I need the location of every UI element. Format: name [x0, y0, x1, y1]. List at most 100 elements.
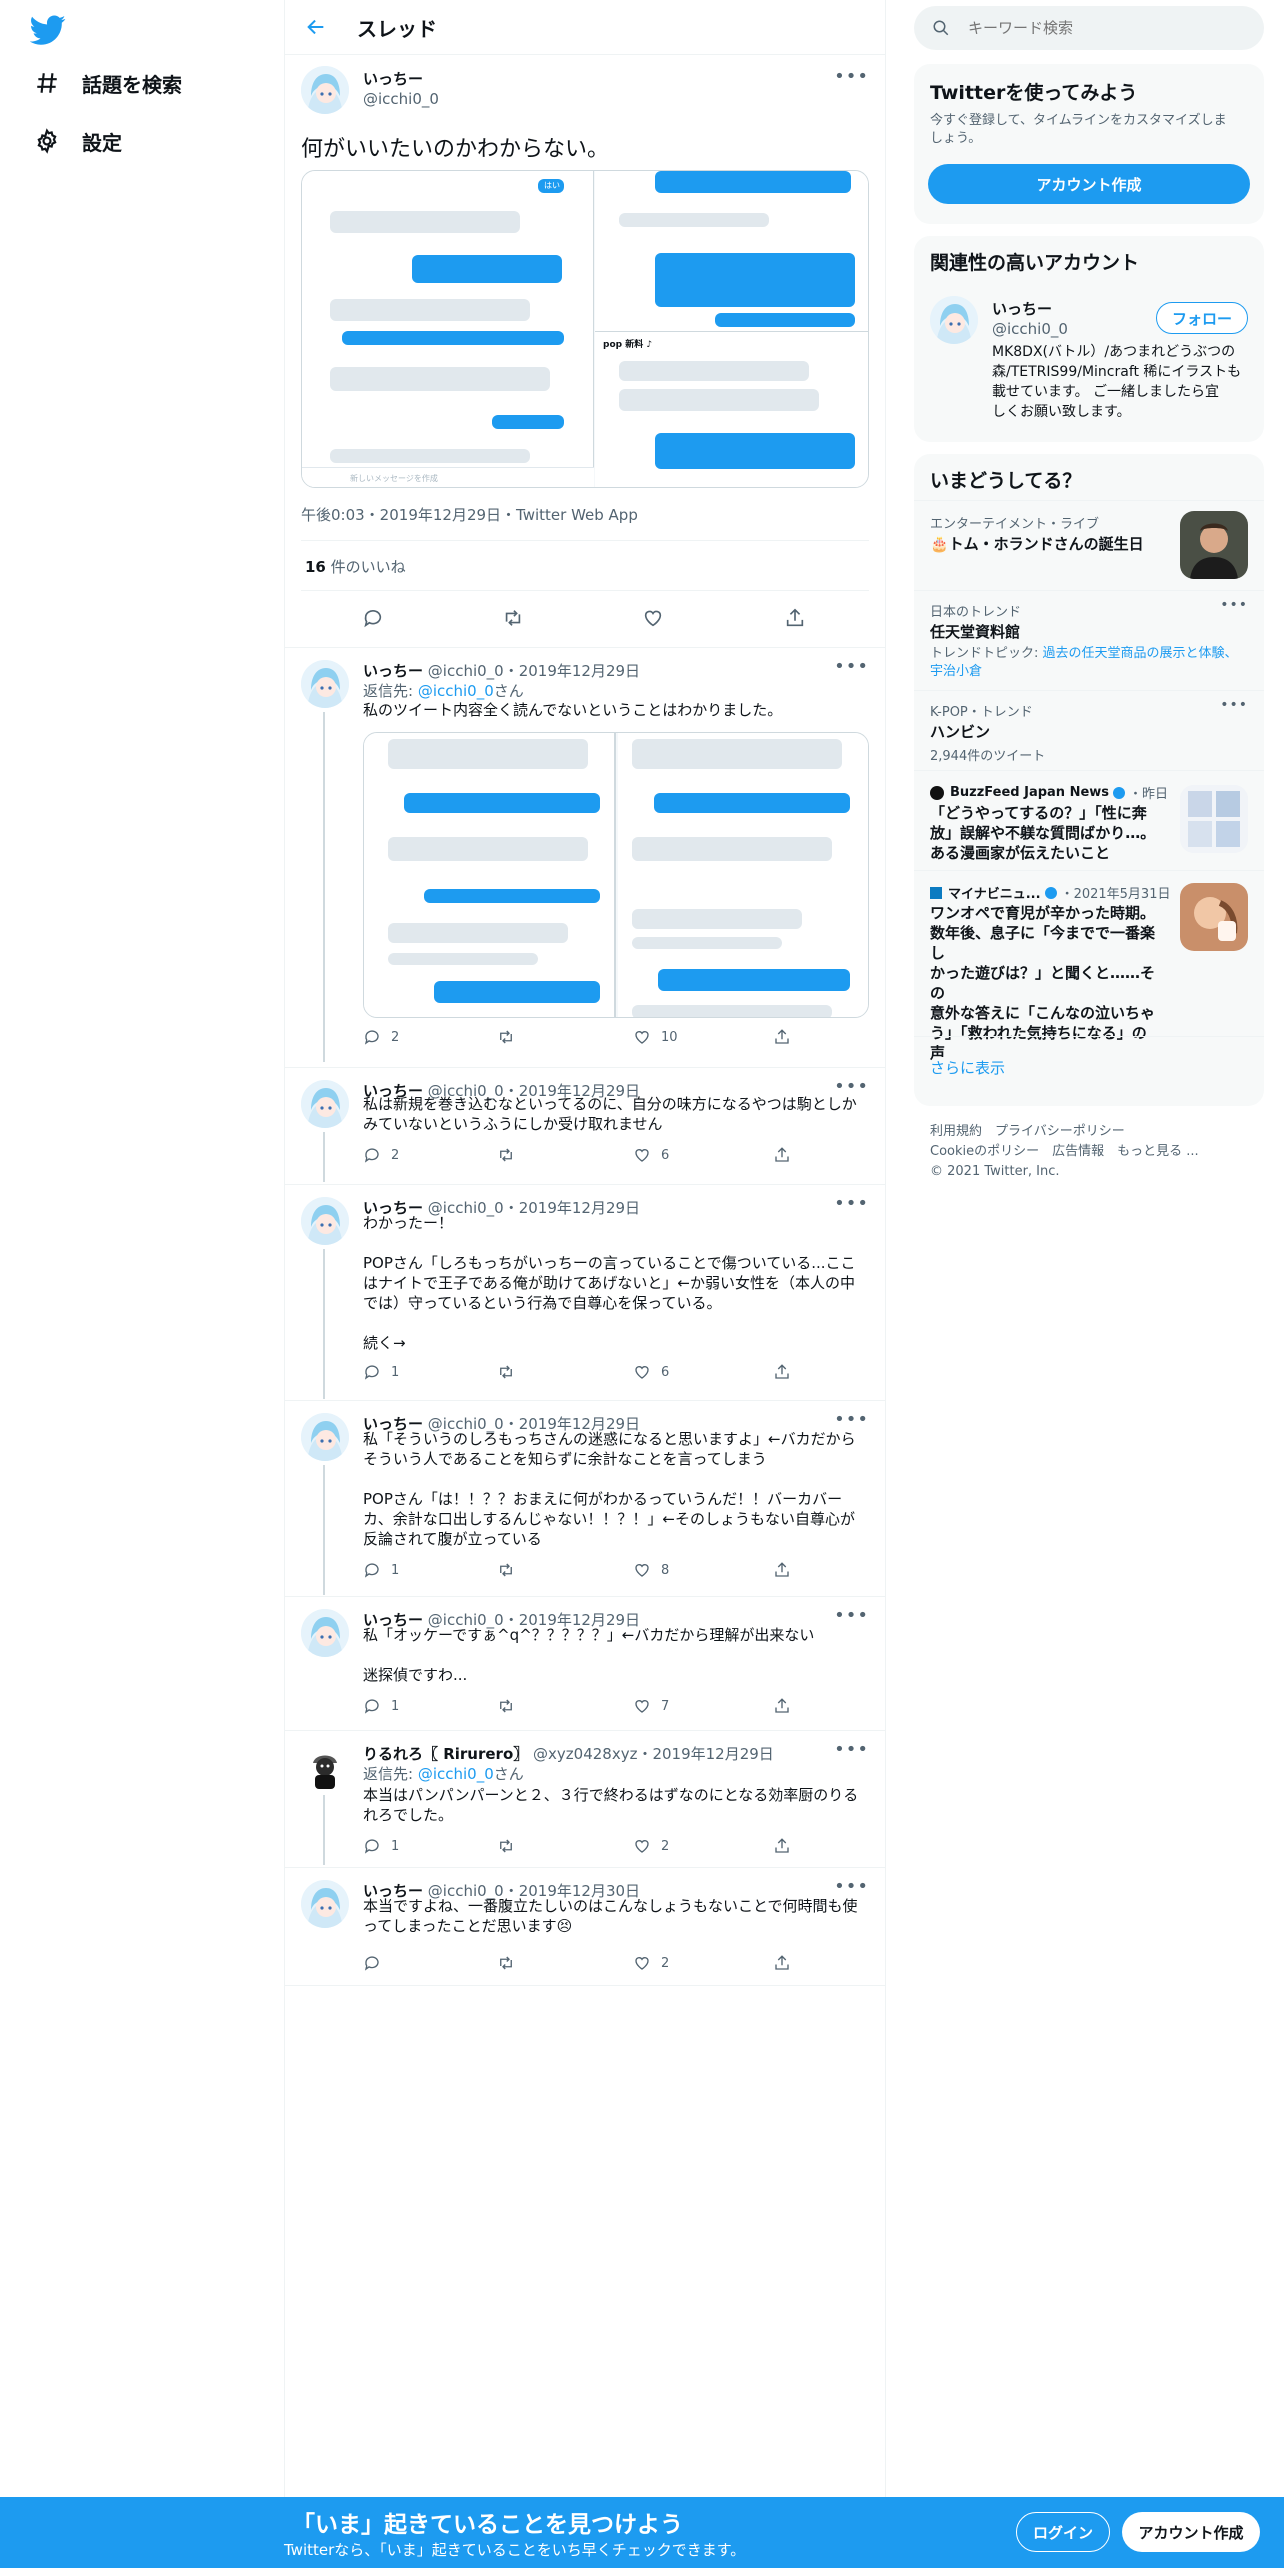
share-button[interactable]: [773, 1146, 791, 1164]
search-input[interactable]: [968, 19, 1228, 37]
like-button[interactable]: 7: [633, 1697, 669, 1715]
more-icon[interactable]: •••: [834, 1739, 869, 1760]
author-handle[interactable]: @icchi0_0: [363, 90, 439, 108]
like-count: 2: [661, 1955, 670, 1971]
retweet-button[interactable]: [497, 1697, 525, 1715]
reply-button[interactable]: 2: [363, 1146, 399, 1164]
retweet-button[interactable]: [497, 1954, 525, 1972]
nav-explore[interactable]: 話題を検索: [32, 59, 182, 107]
reply-tweet[interactable]: いっちー @icchi0_0・2019年12月30日 ••• 本当ですよね、一番…: [285, 1868, 885, 1986]
more-icon[interactable]: •••: [1220, 697, 1248, 713]
back-arrow-icon[interactable]: [301, 12, 331, 42]
retweet-icon[interactable]: [499, 604, 527, 632]
more-icon[interactable]: •••: [834, 656, 869, 677]
thread-line: [323, 1249, 325, 1399]
tweet-actions: 2 6: [363, 1146, 803, 1168]
like-button[interactable]: 10: [633, 1028, 678, 1046]
trend-item[interactable]: K-POP・トレンド ハンビン ••• 2,944件のツイート: [914, 690, 1264, 770]
share-button[interactable]: [773, 1697, 791, 1715]
reply-icon[interactable]: [359, 604, 387, 632]
reply-button[interactable]: 1: [363, 1561, 399, 1579]
avatar[interactable]: [301, 1880, 349, 1928]
likes-count[interactable]: 16 件のいいね: [305, 556, 406, 577]
news-item[interactable]: BuzzFeed Japan News ・昨日 「どうやってするの？」「性に奔 …: [914, 770, 1264, 870]
more-icon[interactable]: •••: [1220, 597, 1248, 613]
reply-to-link[interactable]: @icchi0_0: [418, 1765, 494, 1783]
trend-item[interactable]: エンターテイメント・ライブ 🎂トム・ホランドさんの誕生日: [914, 500, 1264, 590]
more-icon[interactable]: •••: [834, 1876, 869, 1897]
avatar[interactable]: [301, 1197, 349, 1245]
retweet-button[interactable]: [497, 1146, 525, 1164]
share-button[interactable]: [773, 1837, 791, 1855]
show-more-link[interactable]: さらに表示: [930, 1057, 1005, 1078]
news-item[interactable]: マイナビニュ... ・2021年5月31日 ワンオペで育児が辛かった時期。 数年…: [914, 870, 1264, 1062]
like-button[interactable]: 6: [633, 1146, 669, 1164]
like-button[interactable]: 6: [633, 1363, 669, 1381]
avatar[interactable]: [930, 296, 978, 344]
reply-button[interactable]: [363, 1954, 391, 1972]
reply-tweet[interactable]: りるれろ〖 Rirurero〗 @xyz0428xyz・2019年12月29日 …: [285, 1731, 885, 1868]
author-handle-date[interactable]: @icchi0_0・2019年12月29日: [423, 662, 640, 680]
reply-tweet[interactable]: いっちー @icchi0_0・2019年12月29日 ••• 私「オッケーですぁ…: [285, 1597, 885, 1731]
reply-to-link[interactable]: @icchi0_0: [418, 682, 494, 700]
like-button[interactable]: 2: [633, 1954, 669, 1972]
login-button[interactable]: ログイン: [1016, 2512, 1110, 2552]
verified-icon: [1044, 886, 1057, 899]
create-account-button[interactable]: アカウント作成: [928, 164, 1250, 204]
source-logo-icon: [930, 886, 942, 899]
share-icon[interactable]: [781, 604, 809, 632]
tweet-timestamp[interactable]: 午後0:03・2019年12月29日・Twitter Web App: [301, 504, 638, 525]
footer-line[interactable]: Cookieのポリシー 広告情報 もっと見る ...: [930, 1142, 1199, 1162]
like-button[interactable]: 2: [633, 1837, 669, 1855]
reply-count: 1: [391, 1364, 400, 1380]
reply-tweet[interactable]: いっちー @icchi0_0・2019年12月29日 ••• わかったー！ PO…: [285, 1185, 885, 1401]
avatar[interactable]: [301, 660, 349, 708]
like-icon: [635, 1031, 649, 1044]
reply-button[interactable]: 1: [363, 1837, 399, 1855]
author-name[interactable]: りるれろ〖 Rirurero〗: [363, 1745, 528, 1763]
twitter-logo-icon[interactable]: [29, 12, 66, 48]
tweet-media-image[interactable]: はい 新しいメッセージを作成 pop 新料 ♪: [301, 170, 869, 488]
reply-tweet[interactable]: いっちー @icchi0_0・2019年12月29日 ••• 私は新規を巻き込む…: [285, 1068, 885, 1185]
author-name[interactable]: いっちー: [363, 662, 423, 680]
signup-desc: 今すぐ登録して、タイムラインをカスタマイズしま しょう。: [930, 113, 1227, 146]
more-icon[interactable]: •••: [834, 1193, 869, 1214]
author-name[interactable]: いっちー: [363, 68, 423, 89]
reply-tweet[interactable]: いっちー @icchi0_0・2019年12月29日 ••• 私「そういうのしろ…: [285, 1401, 885, 1597]
retweet-button[interactable]: [497, 1363, 525, 1381]
share-button[interactable]: [773, 1561, 791, 1579]
retweet-button[interactable]: [497, 1028, 525, 1046]
related-handle[interactable]: @icchi0_0: [992, 320, 1068, 338]
share-button[interactable]: [773, 1028, 791, 1046]
reply-button[interactable]: 1: [363, 1697, 399, 1715]
follow-button[interactable]: フォロー: [1156, 302, 1248, 334]
show-more-row[interactable]: さらに表示: [914, 1036, 1264, 1106]
like-button[interactable]: 8: [633, 1561, 669, 1579]
avatar[interactable]: [301, 66, 349, 114]
tweet-media-image[interactable]: [363, 732, 869, 1018]
like-icon[interactable]: [639, 604, 667, 632]
reply-button[interactable]: 2: [363, 1028, 399, 1046]
avatar[interactable]: [301, 1743, 349, 1791]
more-icon[interactable]: •••: [834, 66, 869, 87]
share-button[interactable]: [773, 1954, 791, 1972]
trend-context: K-POP・トレンド: [930, 705, 1033, 720]
nav-settings[interactable]: 設定: [32, 117, 122, 165]
reply-button[interactable]: 1: [363, 1363, 399, 1381]
avatar[interactable]: [301, 1413, 349, 1461]
footer-line[interactable]: 利用規約 プライバシーポリシー: [930, 1122, 1199, 1142]
search-bar[interactable]: [914, 6, 1264, 50]
author-handle-date[interactable]: @xyz0428xyz・2019年12月29日: [528, 1745, 774, 1763]
retweet-button[interactable]: [497, 1561, 525, 1579]
retweet-button[interactable]: [497, 1837, 525, 1855]
reply-tweet[interactable]: いっちー @icchi0_0・2019年12月29日 ••• 返信先: @icc…: [285, 648, 885, 1068]
share-button[interactable]: [773, 1363, 791, 1381]
avatar[interactable]: [301, 1080, 349, 1128]
signup-button[interactable]: アカウント作成: [1122, 2512, 1260, 2552]
more-icon[interactable]: •••: [834, 1605, 869, 1626]
related-name[interactable]: いっちー: [992, 298, 1052, 319]
trend-item[interactable]: 日本のトレンド 任天堂資料館 ••• トレンドトピック: 過去の任天堂商品の展示…: [914, 590, 1264, 690]
more-icon[interactable]: •••: [834, 1409, 869, 1430]
like-count: 10: [661, 1029, 678, 1045]
avatar[interactable]: [301, 1609, 349, 1657]
